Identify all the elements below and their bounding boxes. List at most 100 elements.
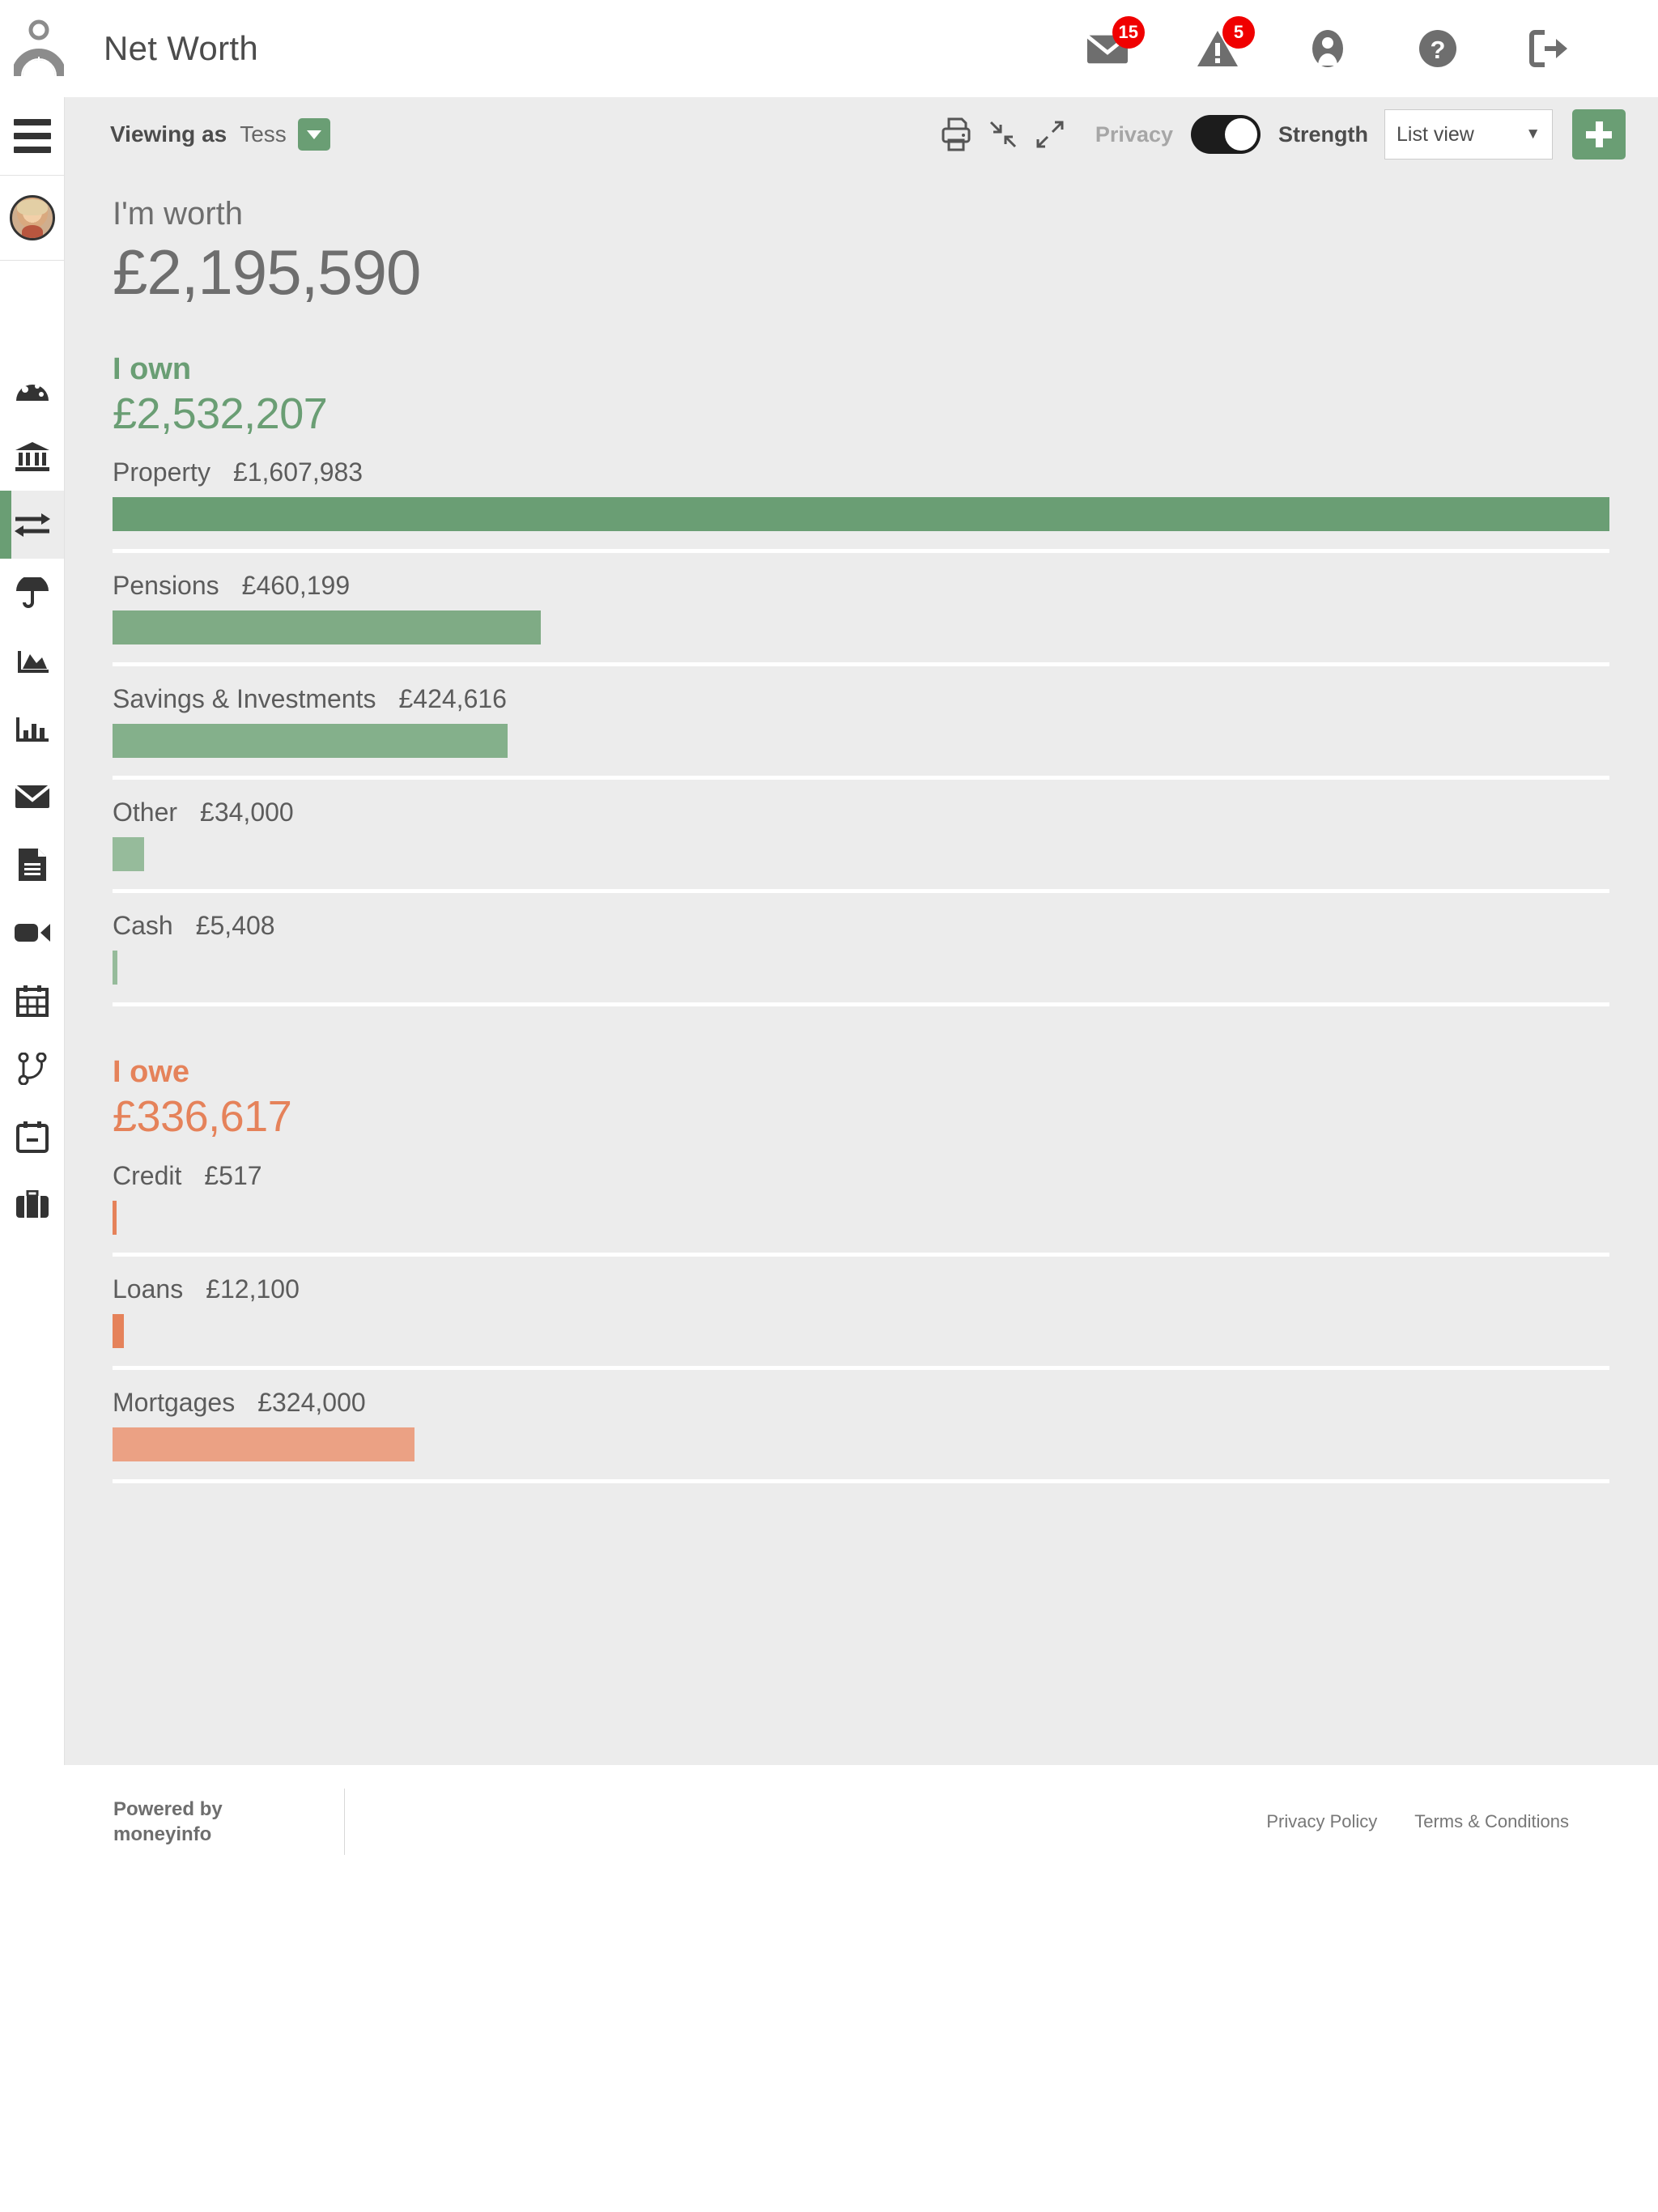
bar-row-label: Other £34,000 xyxy=(113,798,1609,827)
liability-bar-row[interactable]: Mortgages £324,000 xyxy=(113,1370,1609,1483)
header-icon-group: 15 5 ? xyxy=(1086,16,1658,70)
liabilities-section-header: I owe £336,617 xyxy=(113,1055,1609,1142)
footer-links: Privacy Policy Terms & Conditions xyxy=(1266,1811,1569,1832)
bar-track xyxy=(113,610,1609,645)
bar-fill xyxy=(113,610,542,645)
bar-category-name: Cash xyxy=(113,911,173,941)
bar-fill xyxy=(113,951,118,985)
hamburger-menu-icon[interactable] xyxy=(0,97,64,175)
footer: Powered by moneyinfo Privacy Policy Term… xyxy=(0,1765,1658,1878)
bar-fill xyxy=(113,1313,124,1348)
select-caret-icon: ▼ xyxy=(1525,125,1541,143)
toolbar: Viewing as Tess Privacy Strength List vi… xyxy=(65,97,1658,172)
bar-track xyxy=(113,837,1609,872)
alerts-icon[interactable]: 5 xyxy=(1197,16,1255,70)
sidebar-item-calendar[interactable] xyxy=(0,967,64,1035)
sidebar-item-events[interactable] xyxy=(0,1103,64,1171)
privacy-policy-link[interactable]: Privacy Policy xyxy=(1266,1811,1377,1832)
sidebar-item-documents[interactable] xyxy=(0,831,64,899)
bar-track xyxy=(113,724,1609,759)
asset-bar-row[interactable]: Savings & Investments £424,616 xyxy=(113,666,1609,781)
liabilities-section-title: I owe xyxy=(113,1055,190,1090)
sidebar-item-reports[interactable] xyxy=(0,695,64,763)
plus-icon xyxy=(1586,121,1612,147)
sidebar-item-dashboard[interactable] xyxy=(0,355,64,423)
messages-icon[interactable]: 15 xyxy=(1086,16,1145,70)
sidebar-item-performance[interactable] xyxy=(0,627,64,695)
svg-text:?: ? xyxy=(1431,36,1446,64)
bar-category-amount: £424,616 xyxy=(398,684,507,714)
sidebar-item-net-worth[interactable] xyxy=(0,491,64,559)
bar-row-label: Credit £517 xyxy=(113,1161,1609,1191)
bar-category-amount: £324,000 xyxy=(257,1387,366,1417)
expand-arrows-icon[interactable] xyxy=(1031,115,1069,154)
sidebar xyxy=(0,97,65,1765)
bar-row-label: Cash £5,408 xyxy=(113,911,1609,941)
bar-fill xyxy=(113,724,508,759)
worth-label: I'm worth xyxy=(113,196,243,232)
bar-row-label: Property £1,607,983 xyxy=(113,457,1609,487)
liability-bar-row[interactable]: Credit £517 xyxy=(113,1143,1609,1257)
bar-category-name: Credit xyxy=(113,1160,182,1190)
collapse-arrows-icon[interactable] xyxy=(984,115,1022,154)
help-icon[interactable]: ? xyxy=(1417,28,1459,70)
sidebar-item-video[interactable] xyxy=(0,899,64,967)
bar-category-name: Pensions xyxy=(113,571,219,601)
liabilities-bar-list: Credit £517 Loans £12,100 Mortgages £324,000 xyxy=(113,1143,1609,1483)
bar-track xyxy=(113,1427,1609,1461)
asset-bar-row[interactable]: Pensions £460,199 xyxy=(113,553,1609,667)
bar-row-label: Mortgages £324,000 xyxy=(113,1388,1609,1418)
avatar[interactable] xyxy=(0,175,64,261)
printer-icon[interactable] xyxy=(937,115,976,154)
sidebar-item-portfolio[interactable] xyxy=(0,1171,64,1239)
bar-category-amount: £12,100 xyxy=(206,1274,300,1304)
sidebar-item-protection[interactable] xyxy=(0,559,64,627)
bar-row-label: Savings & Investments £424,616 xyxy=(113,684,1609,714)
bar-category-amount: £5,408 xyxy=(195,911,275,941)
bar-fill xyxy=(113,1427,414,1461)
asset-bar-row[interactable]: Other £34,000 xyxy=(113,780,1609,894)
page-title: Net Worth xyxy=(104,29,258,67)
bar-category-amount: £34,000 xyxy=(200,798,294,827)
chevron-down-icon[interactable] xyxy=(297,118,330,151)
bar-row-label: Pensions £460,199 xyxy=(113,571,1609,601)
bar-category-amount: £460,199 xyxy=(241,571,351,601)
bar-track xyxy=(113,1313,1609,1348)
bar-track xyxy=(113,951,1609,985)
bar-category-name: Other xyxy=(113,798,178,827)
bar-category-amount: £1,607,983 xyxy=(232,457,363,487)
person-gauge-logo xyxy=(6,18,71,79)
viewing-as-name: Tess xyxy=(240,121,287,147)
logout-icon[interactable] xyxy=(1527,28,1569,70)
alerts-badge: 5 xyxy=(1222,16,1255,49)
sidebar-item-accounts[interactable] xyxy=(0,423,64,491)
worth-value: £2,195,590 xyxy=(113,236,421,308)
liabilities-section-total: £336,617 xyxy=(113,1092,292,1142)
view-mode-select[interactable]: List view ▼ xyxy=(1384,109,1553,160)
terms-conditions-link[interactable]: Terms & Conditions xyxy=(1414,1811,1569,1832)
powered-by-label: Powered by moneyinfo xyxy=(113,1797,223,1847)
sidebar-nav-list xyxy=(0,261,64,1239)
viewing-as-label: Viewing as xyxy=(110,121,227,147)
view-mode-value: List view xyxy=(1397,122,1474,146)
assets-section-title: I own xyxy=(113,352,192,386)
bar-fill xyxy=(113,837,145,872)
bar-track xyxy=(113,1200,1609,1235)
sidebar-item-connections[interactable] xyxy=(0,1035,64,1103)
assets-bar-list: Property £1,607,983 Pensions £460,199 Saving… xyxy=(113,440,1609,1007)
bar-row-label: Loans £12,100 xyxy=(113,1274,1609,1304)
liability-bar-row[interactable]: Loans £12,100 xyxy=(113,1257,1609,1370)
add-button[interactable] xyxy=(1572,109,1626,160)
asset-bar-row[interactable]: Property £1,607,983 xyxy=(113,440,1609,554)
asset-bar-row[interactable]: Cash £5,408 xyxy=(113,893,1609,1007)
toggle-knob xyxy=(1225,118,1257,151)
privacy-strength-toggle[interactable] xyxy=(1191,115,1261,154)
account-icon[interactable] xyxy=(1307,28,1349,70)
bar-fill xyxy=(113,1200,117,1235)
bar-category-amount: £517 xyxy=(204,1160,262,1190)
strength-label: Strength xyxy=(1278,121,1368,147)
bar-category-name: Loans xyxy=(113,1274,184,1304)
bar-category-name: Savings & Investments xyxy=(113,684,376,714)
sidebar-item-messages[interactable] xyxy=(0,763,64,831)
bar-category-name: Mortgages xyxy=(113,1387,236,1417)
